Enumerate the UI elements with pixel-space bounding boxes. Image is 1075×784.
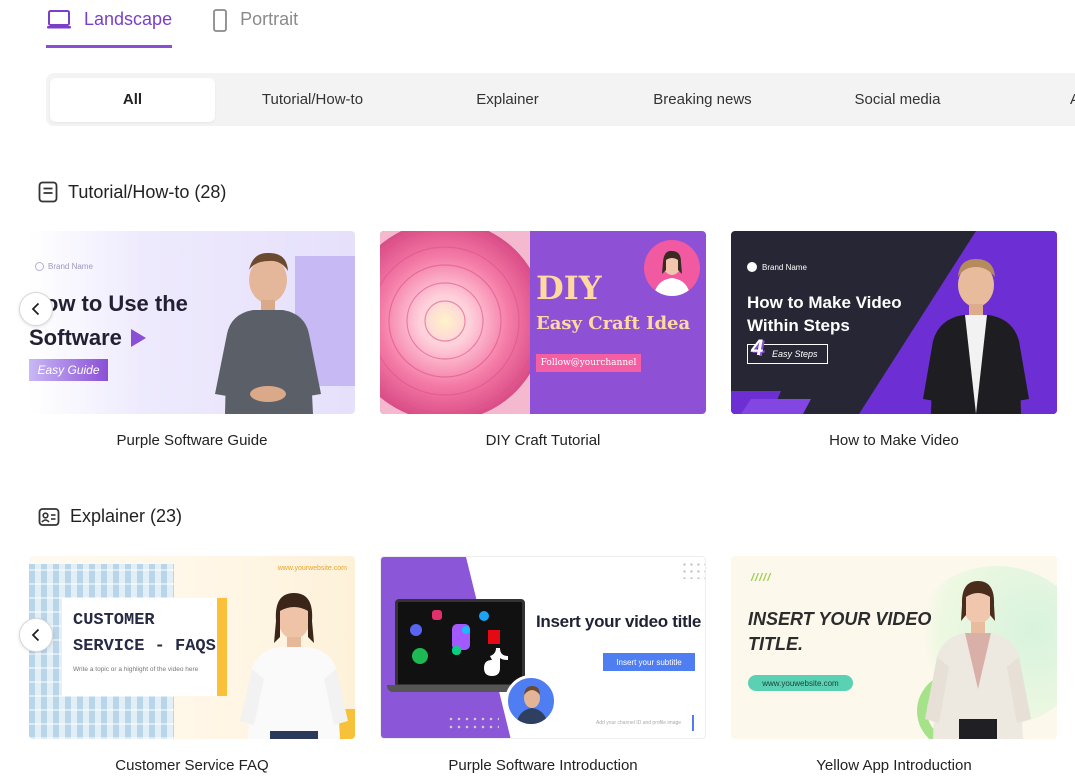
category-tutorial[interactable]: Tutorial/How-to: [215, 78, 410, 122]
thumb-title: Insert your video title: [536, 612, 702, 631]
thumb-follow-button: Follow@yourchannel: [536, 354, 641, 372]
template-card[interactable]: ///// INSERT YOUR VIDEO TITLE. www.youwe…: [731, 556, 1057, 774]
thumb-website: www.yourwebsite.com: [277, 565, 347, 572]
chevron-left-icon: [31, 628, 40, 642]
dot-pattern: [681, 561, 705, 579]
section-title: Explainer (23): [70, 506, 183, 526]
section-title: Tutorial/How-to (28): [68, 181, 227, 202]
category-breaking-news[interactable]: Breaking news: [605, 78, 800, 122]
brand-label: Brand Name: [747, 262, 807, 272]
template-thumbnail[interactable]: ///// INSERT YOUR VIDEO TITLE. www.youwe…: [731, 556, 1057, 739]
template-thumbnail[interactable]: Brand Name How to Make Video Within Step…: [731, 231, 1057, 414]
template-caption: DIY Craft Tutorial: [485, 432, 601, 449]
tab-landscape[interactable]: Landscape: [46, 0, 173, 48]
category-all[interactable]: All: [50, 77, 215, 122]
template-thumbnail[interactable]: www.yourwebsite.com CUSTOMER SERVICE - F…: [29, 556, 355, 739]
category-truncated[interactable]: Ac: [995, 78, 1075, 122]
presenter-avatar: [923, 259, 1029, 414]
template-card[interactable]: Brand Name How to Make Video Within Step…: [731, 231, 1057, 449]
template-card[interactable]: DIY Easy Craft Idea Follow@yourchannel D…: [380, 231, 706, 449]
presenter-avatar: [505, 675, 557, 727]
template-caption: Customer Service FAQ: [115, 757, 269, 774]
template-card[interactable]: Brand Name How to Use the Software Easy …: [29, 231, 355, 449]
thumb-badge: Easy Guide: [29, 359, 108, 381]
brand-logo-icon: [747, 262, 757, 272]
thumb-url-pill: www.youwebsite.com: [748, 675, 853, 691]
thumb-text-box: CUSTOMER SERVICE - FAQS Write a topic or…: [62, 598, 217, 696]
template-caption: How to Make Video: [829, 432, 959, 449]
thumb-heading: How to Use the Software: [29, 291, 188, 350]
template-caption: Purple Software Guide: [116, 432, 268, 449]
template-gallery: Landscape Portrait All Tutorial/How-to E…: [0, 0, 1075, 784]
category-social-media[interactable]: Social media: [800, 78, 995, 122]
dot-pattern: [447, 715, 499, 733]
laptop-icon: [47, 10, 71, 29]
yellow-accent-bar: [217, 598, 227, 696]
thumb-subtitle-button: Insert your subtitle: [603, 653, 695, 671]
dahlia-flower-image: [380, 231, 530, 414]
laptop-image: [395, 599, 525, 687]
presenter-avatar: [925, 581, 1031, 739]
template-thumbnail[interactable]: Brand Name How to Use the Software Easy …: [29, 231, 355, 414]
template-card[interactable]: Insert your video title Insert your subt…: [380, 556, 706, 774]
category-filter-bar: All Tutorial/How-to Explainer Breaking n…: [46, 73, 1075, 126]
presenter-avatar: [644, 240, 700, 296]
accent-line: [692, 715, 694, 731]
tab-portrait[interactable]: Portrait: [212, 0, 298, 48]
template-caption: Purple Software Introduction: [448, 757, 638, 774]
brand-label: Brand Name: [35, 262, 93, 271]
template-caption: Yellow App Introduction: [816, 757, 972, 774]
presenter-avatar: [240, 593, 348, 739]
tab-portrait-label: Portrait: [240, 9, 299, 29]
play-triangle-icon: [131, 329, 146, 347]
template-card[interactable]: www.yourwebsite.com CUSTOMER SERVICE - F…: [29, 556, 355, 774]
thumb-heading: INSERT YOUR VIDEO TITLE.: [748, 609, 932, 654]
tab-landscape-label: Landscape: [84, 9, 173, 29]
category-explainer[interactable]: Explainer: [410, 78, 605, 122]
chevron-left-icon: [31, 302, 40, 316]
thumb-title: DIY: [536, 269, 602, 307]
section-header-tutorial: Tutorial/How-to (28): [38, 181, 226, 203]
document-icon: [38, 181, 58, 203]
phone-icon: [213, 9, 227, 32]
brand-logo-icon: [35, 262, 44, 271]
presenter-avatar: [215, 252, 321, 414]
section-header-explainer: Explainer (23): [38, 506, 182, 527]
thumb-heading: How to Make Video Within Steps: [747, 293, 902, 335]
decorative-slashes: /////: [751, 572, 772, 584]
scroll-left-button[interactable]: [19, 618, 53, 652]
id-card-icon: [38, 507, 60, 526]
template-thumbnail[interactable]: DIY Easy Craft Idea Follow@yourchannel: [380, 231, 706, 414]
scroll-left-button[interactable]: [19, 292, 53, 326]
steps-number: 4: [751, 335, 764, 360]
thumb-subtitle: Easy Craft Idea: [536, 313, 691, 334]
thumb-footer: Add your channel ID and profile image: [596, 720, 682, 726]
orientation-tabs: Landscape Portrait: [46, 0, 298, 50]
template-thumbnail[interactable]: Insert your video title Insert your subt…: [380, 556, 706, 739]
